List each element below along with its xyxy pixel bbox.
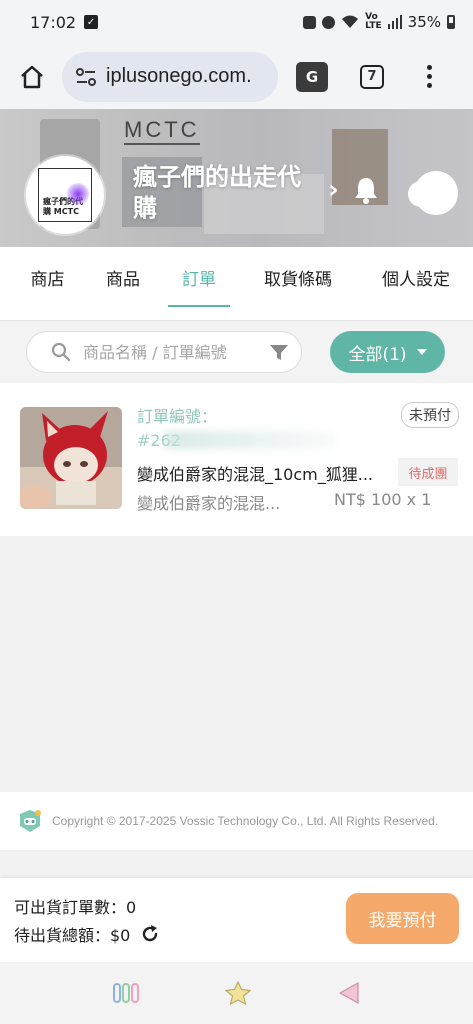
- status-filter-dropdown[interactable]: 全部(1): [330, 331, 445, 373]
- tab-orders[interactable]: 訂單: [168, 247, 230, 307]
- home-icon: [21, 65, 43, 88]
- tab-personal-settings[interactable]: 個人設定: [361, 247, 471, 307]
- search-row: 全部(1): [0, 321, 473, 383]
- pending-total: 待出貨總額：$0: [14, 926, 131, 945]
- lock-icon: [303, 15, 317, 29]
- status-bar: 17:02 ✓ Vo LTE 35%: [0, 0, 473, 44]
- tab-shop[interactable]: 商店: [0, 247, 95, 307]
- volte-icon: Vo LTE: [365, 12, 382, 31]
- tab-pickup-barcode[interactable]: 取貨條碼: [242, 247, 354, 307]
- tab-count: 7: [367, 69, 377, 84]
- search-box[interactable]: [26, 331, 302, 373]
- caret-down-icon: [416, 349, 427, 355]
- search-input[interactable]: [83, 342, 263, 362]
- battery-icon: [447, 15, 455, 29]
- order-number-label: 訂單編號：: [137, 407, 218, 426]
- status-filter-label: 全部(1): [348, 344, 407, 365]
- bell-icon[interactable]: [353, 176, 379, 204]
- main-nav: 商店 商品 訂單 取貨條碼 個人設定: [0, 247, 473, 307]
- footer: Copyright © 2017-2025 Vossic Technology …: [0, 792, 473, 850]
- payment-status-badge: 未預付: [401, 402, 459, 428]
- search-icon: [51, 342, 71, 362]
- home-button[interactable]: [14, 59, 50, 95]
- product-thumbnail[interactable]: [20, 407, 122, 509]
- banner-brand: MCTC: [124, 117, 200, 145]
- browser-toolbar: iplusonego.com. G 7: [0, 44, 473, 109]
- nav-divider: [0, 307, 473, 321]
- item-price: NT$ 100 x 1: [334, 490, 432, 509]
- url-text: iplusonego.com.: [106, 65, 252, 87]
- tab-switcher-button[interactable]: 7: [360, 64, 384, 89]
- user-avatar[interactable]: [408, 171, 458, 215]
- translate-button[interactable]: G: [296, 61, 328, 92]
- copyright-text: Copyright © 2017-2025 Vossic Technology …: [52, 814, 439, 828]
- item-title: 變成伯爵家的混混_10cm_狐狸...: [137, 465, 374, 484]
- wifi-icon: [342, 15, 359, 28]
- chevron-right-icon[interactable]: ›: [328, 175, 339, 205]
- refresh-icon[interactable]: [140, 924, 160, 944]
- translate-icon: G: [305, 67, 319, 86]
- shop-name: 瘋子們的出走代購: [133, 163, 301, 222]
- order-number-redacted: [165, 431, 335, 449]
- address-bar[interactable]: iplusonego.com.: [62, 51, 278, 102]
- vossic-logo-icon: [20, 810, 41, 832]
- status-time: 17:02: [30, 12, 77, 32]
- battery-percent: 35%: [407, 13, 441, 31]
- recent-apps-icon[interactable]: [113, 982, 140, 1004]
- item-subtitle: 變成伯爵家的混混...: [137, 494, 281, 513]
- home-star-icon[interactable]: [225, 981, 252, 1005]
- order-card[interactable]: 訂單編號： #262 未預付 變成伯爵家的混混_10cm_狐狸... 待成團 變…: [0, 383, 473, 536]
- order-summary-bar: 可出貨訂單數：0 待出貨總額：$0 我要預付: [0, 878, 473, 962]
- prepay-button[interactable]: 我要預付: [346, 893, 459, 944]
- filter-icon[interactable]: [269, 344, 289, 362]
- notification-icon: ✓: [84, 15, 99, 29]
- back-icon[interactable]: [338, 981, 360, 1005]
- tab-products[interactable]: 商品: [95, 247, 151, 307]
- system-nav-bar: [0, 962, 473, 1024]
- shop-logo[interactable]: 瘋子們的代購 MCTC: [26, 156, 104, 234]
- site-settings-icon: [76, 67, 96, 86]
- signal-icon: [387, 15, 402, 29]
- browser-menu-button[interactable]: [424, 65, 434, 88]
- group-status-badge: 待成團: [398, 458, 458, 486]
- alarm-icon: [322, 15, 336, 29]
- shippable-orders-count: 可出貨訂單數：0: [14, 898, 137, 917]
